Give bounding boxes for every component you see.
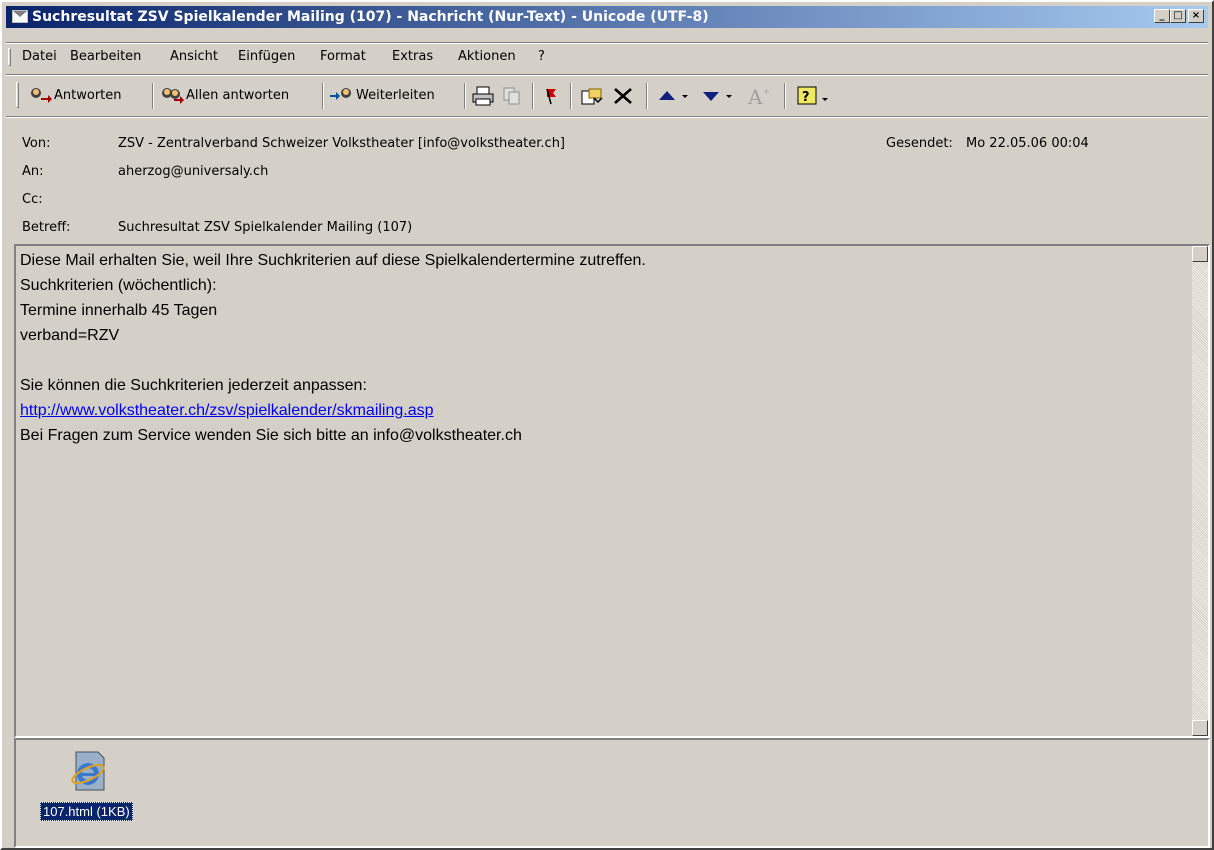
title-bar[interactable]: Suchresultat ZSV Spielkalender Mailing (… [6,6,1208,28]
to-label: An: [22,164,44,179]
up-arrow-icon [659,90,688,100]
down-arrow-icon [703,91,732,101]
delete-button[interactable] [612,84,634,108]
message-window: Suchresultat ZSV Spielkalender Mailing (… [0,0,1214,850]
menubar-grip[interactable] [8,48,11,66]
scroll-up-button[interactable] [1192,246,1208,262]
menu-ansicht[interactable]: Ansicht [170,49,218,64]
toolbar-divider [6,74,1208,76]
menu-extras[interactable]: Extras [392,49,433,64]
copy-icon [503,87,520,104]
toolbar-separator [532,83,534,109]
help-icon: ? [797,86,828,105]
header-divider [6,116,1208,118]
close-button[interactable]: × [1188,9,1204,23]
move-to-folder-button[interactable] [580,84,604,108]
attachment-pane: 107.html (1KB) [14,738,1210,848]
toolbar-separator [152,83,154,109]
menu-help[interactable]: ? [538,49,545,64]
flag-icon [546,88,556,104]
reply-label: Antworten [54,88,122,103]
svg-text:+: + [763,87,770,96]
body-line-empty [20,348,646,373]
menu-datei[interactable]: Datei [22,49,57,64]
window-title: Suchresultat ZSV Spielkalender Mailing (… [32,9,709,25]
message-body[interactable]: Diese Mail erhalten Sie, weil Ihre Suchk… [14,244,1210,738]
copy-button[interactable] [502,84,522,108]
printer-icon [472,86,494,105]
toolbar-separator [784,83,786,109]
body-line: Suchkriterien (wöchentlich): [20,277,217,294]
maximize-button[interactable]: □ [1170,9,1186,23]
delete-icon [614,87,632,104]
subject-label: Betreff: [22,220,71,235]
from-label: Von: [22,136,51,151]
reply-icon [31,87,52,103]
menu-format[interactable]: Format [320,49,366,64]
ie-document-icon[interactable] [66,750,110,792]
font-size-icon: A + [747,85,770,107]
reply-all-button[interactable]: Allen antworten [160,84,289,108]
scroll-down-button[interactable] [1192,720,1208,736]
previous-item-button[interactable] [656,84,690,108]
body-line: Bei Fragen zum Service wenden Sie sich b… [20,427,522,444]
toolbar-separator [570,83,572,109]
settings-link[interactable]: http://www.volkstheater.ch/zsv/spielkale… [20,402,434,419]
body-line: verband=RZV [20,327,120,344]
body-line: Sie können die Suchkriterien jederzeit a… [20,377,367,394]
message-text: Diese Mail erhalten Sie, weil Ihre Suchk… [20,248,646,448]
reply-all-label: Allen antworten [186,88,290,103]
help-button[interactable]: ? [796,84,830,108]
toolbar: Antworten Allen antworten Weiterleiten A… [6,80,1208,112]
next-item-button[interactable] [700,84,734,108]
toolbar-separator [464,83,466,109]
envelope-icon [12,10,28,23]
attachment-filename[interactable]: 107.html (1KB) [40,802,133,821]
message-header: Von: ZSV - Zentralverband Schweizer Volk… [6,120,1208,244]
reply-all-icon [162,87,184,104]
sent-value: Mo 22.05.06 00:04 [966,136,1089,151]
font-size-button[interactable]: A + [746,84,772,108]
sent-label: Gesendet: [886,136,953,151]
menu-bar: Datei Bearbeiten Ansicht Einfügen Format… [6,46,1208,68]
subject-value: Suchresultat ZSV Spielkalender Mailing (… [118,220,413,235]
menu-aktionen[interactable]: Aktionen [458,49,516,64]
flag-button[interactable] [542,84,560,108]
move-to-folder-icon [581,88,603,104]
toolbar-separator [646,83,648,109]
cc-label: Cc: [22,192,43,207]
toolbar-separator [322,83,324,109]
svg-text:A: A [747,85,763,107]
minimize-button[interactable]: _ [1154,9,1170,23]
body-line: Termine innerhalb 45 Tagen [20,302,218,319]
from-value[interactable]: ZSV - Zentralverband Schweizer Volksthea… [118,136,565,151]
vertical-scrollbar[interactable] [1192,246,1208,736]
svg-text:?: ? [802,90,810,105]
menu-einfuegen[interactable]: Einfügen [238,49,295,64]
menu-bearbeiten[interactable]: Bearbeiten [70,49,141,64]
menubar-divider [6,42,1208,44]
reply-button[interactable]: Antworten [28,84,122,108]
to-value[interactable]: aherzog@universaly.ch [118,164,268,179]
forward-icon [330,87,351,100]
toolbar-grip[interactable] [16,82,19,108]
body-line: Diese Mail erhalten Sie, weil Ihre Suchk… [20,252,646,269]
print-button[interactable] [472,84,494,108]
forward-label: Weiterleiten [356,88,435,103]
forward-button[interactable]: Weiterleiten [330,84,435,108]
